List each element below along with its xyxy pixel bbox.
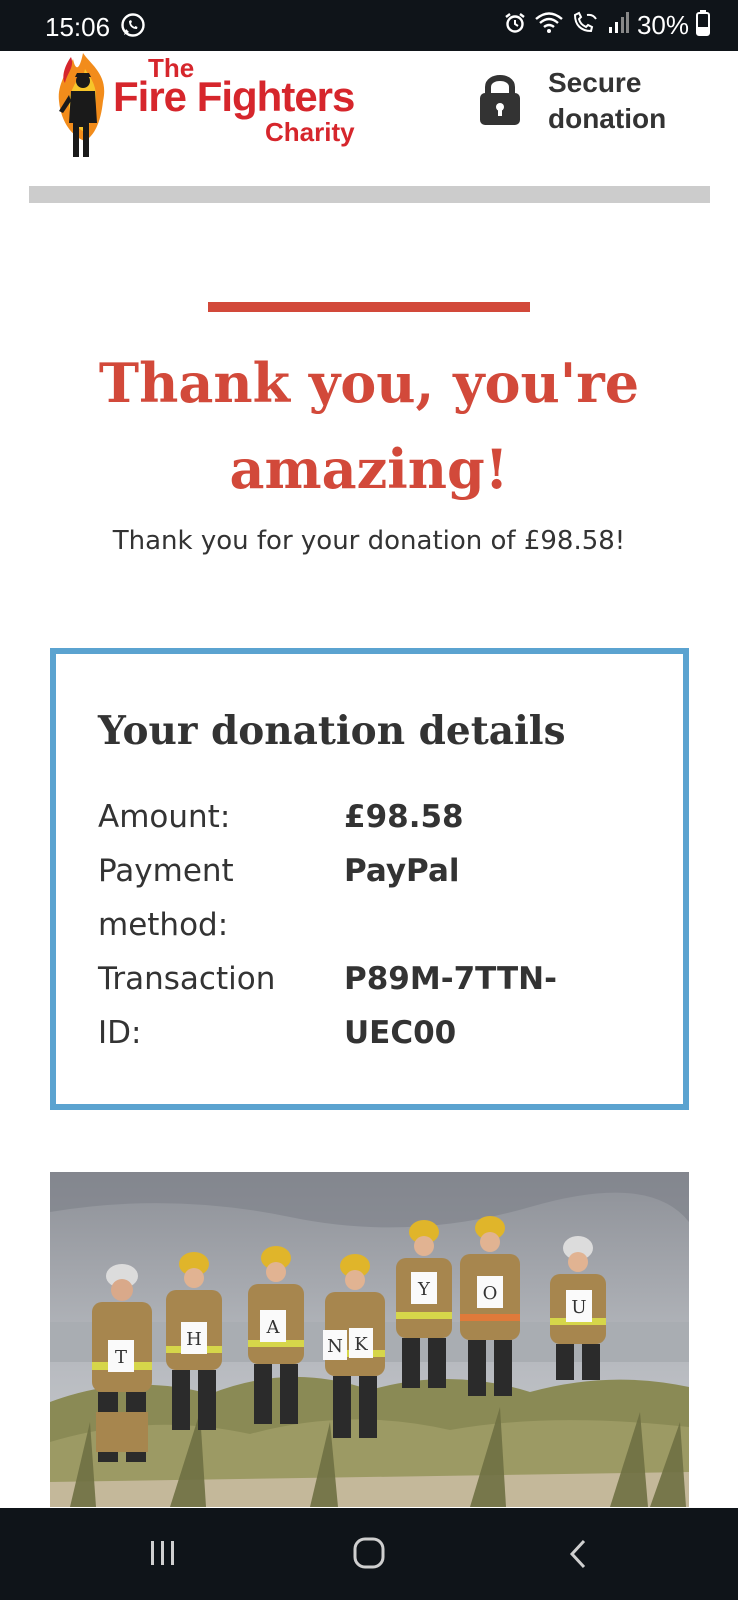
battery-icon	[696, 10, 710, 40]
transaction-id-label: Transaction ID:	[98, 952, 318, 1060]
thank-you-heading: Thank you, you're amazing!	[40, 340, 698, 512]
signal-icon	[608, 11, 630, 39]
donation-details-card: Your donation details Amount: £98.58 Pay…	[50, 648, 689, 1110]
transaction-label-line-2: ID:	[98, 1015, 142, 1051]
amount-label: Amount:	[98, 799, 231, 835]
logo-charity-text: Charity	[265, 117, 355, 147]
home-icon[interactable]	[352, 1536, 386, 1574]
transaction-label-line-1: Transaction	[98, 961, 276, 997]
wifi-calling-icon	[571, 11, 601, 39]
thank-you-subtext: Thank you for your donation of £98.58!	[112, 526, 626, 556]
donation-details-title: Your donation details	[98, 708, 566, 754]
letter-card-1: T	[115, 1347, 127, 1368]
status-time: 15:06	[45, 12, 111, 42]
site-header: The Fire Fighters Charity Secure donatio…	[0, 51, 738, 171]
payment-label-line-1: Payment	[98, 853, 234, 889]
firefighter-flame-icon	[55, 51, 113, 167]
letter-card-6: Y	[417, 1279, 431, 1300]
progress-divider	[29, 186, 710, 203]
letter-card-4: N	[327, 1336, 343, 1357]
logo-fire-fighters-text: Fire Fighters	[113, 73, 355, 120]
transaction-value-line-2: UEC00	[344, 1015, 457, 1051]
heading-accent-rule	[208, 302, 530, 312]
letter-card-8: U	[571, 1297, 586, 1318]
letter-card-2: H	[186, 1329, 202, 1350]
transaction-id-value: P89M-7TTN- UEC00	[344, 952, 594, 1060]
thank-you-heading-line-1: Thank you, you're	[98, 351, 640, 415]
letter-card-3: A	[266, 1317, 281, 1338]
alarm-icon	[503, 11, 527, 39]
firefighters-thank-you-photo: T H A N K Y O U	[50, 1172, 689, 1507]
transaction-value-line-1: P89M-7TTN-	[344, 961, 557, 997]
whatsapp-icon	[120, 12, 146, 42]
back-icon[interactable]	[566, 1538, 590, 1574]
payment-method-value: PayPal	[344, 853, 460, 889]
battery-percent: 30%	[636, 9, 689, 40]
secure-line-1: Secure	[548, 67, 642, 98]
status-icons: 30%	[503, 9, 710, 41]
wifi-icon	[534, 11, 564, 39]
payment-method-label: Payment method:	[98, 844, 318, 952]
letter-card-7: O	[483, 1283, 498, 1304]
recent-apps-icon[interactable]	[148, 1538, 178, 1572]
status-bar: 15:06 30%	[0, 0, 738, 51]
payment-label-line-2: method:	[98, 907, 229, 943]
lock-icon	[478, 71, 522, 131]
secure-line-2: donation	[548, 103, 667, 134]
system-navigation-bar	[0, 1508, 738, 1600]
thank-you-heading-line-2: amazing!	[229, 437, 509, 501]
letter-card-5: K	[354, 1334, 368, 1355]
secure-donation-label: Secure donation	[548, 65, 698, 137]
amount-value: £98.58	[344, 799, 464, 835]
